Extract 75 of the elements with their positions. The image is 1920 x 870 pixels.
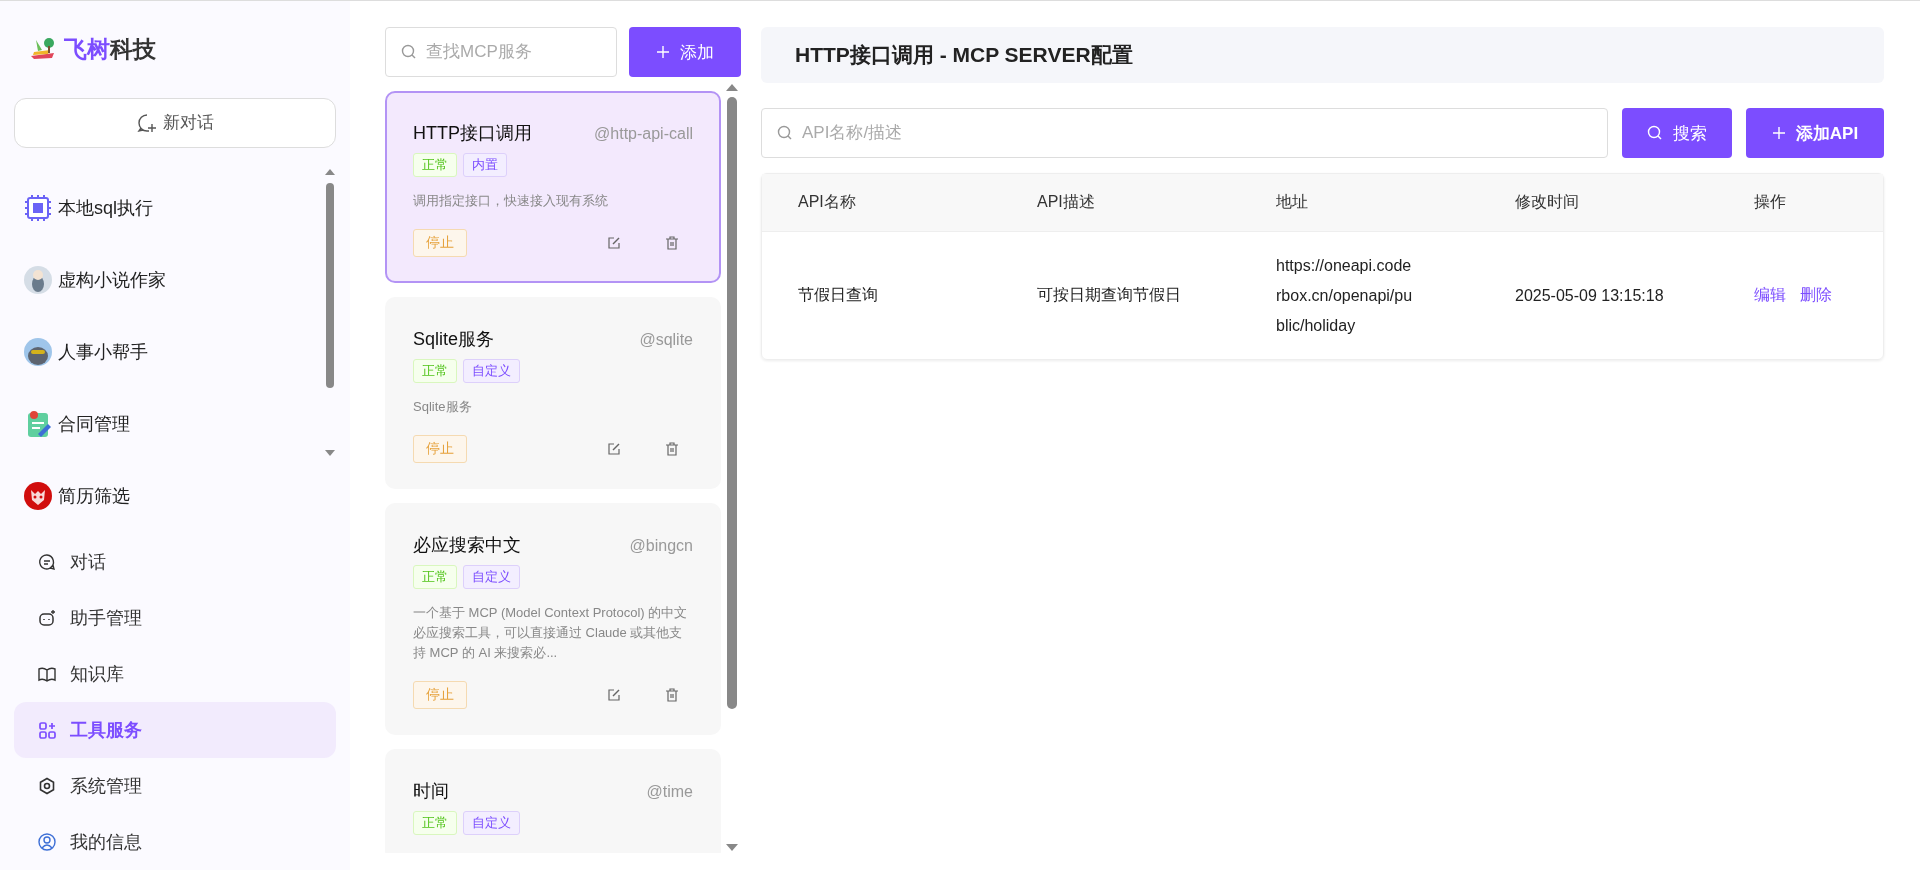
tag: 正常 — [413, 811, 457, 835]
service-name: HTTP接口调用 — [413, 122, 532, 145]
new-chat-button[interactable]: 新对话 — [14, 97, 336, 148]
service-card[interactable]: 时间 @time 正常 自定义 — [385, 749, 721, 853]
add-api-button[interactable]: 添加API — [1746, 108, 1884, 158]
service-description: Sqlite服务 — [413, 398, 473, 416]
menu-item[interactable]: 工具服务 — [14, 702, 336, 758]
service-handle: @bingcn — [629, 537, 693, 555]
edit-icon[interactable] — [607, 236, 621, 250]
service-description: 一个基于 MCP (Model Context Protocol) 的中文必应搜索工具，可以直接通过 Claude 或其他支持 MCP 的 AI 来搜索必... — [413, 604, 689, 662]
column-header: API描述 — [1037, 192, 1096, 212]
column-header: 操作 — [1754, 192, 1787, 212]
column-header: 地址 — [1276, 192, 1309, 212]
avatar-icon — [24, 266, 52, 294]
menu-item[interactable]: 系统管理 — [14, 758, 336, 814]
search-icon — [401, 44, 417, 60]
tag: 正常 — [413, 153, 457, 177]
assistant-item[interactable]: 简历筛选 — [14, 460, 324, 532]
column-header: 修改时间 — [1515, 192, 1580, 212]
edit-icon[interactable] — [607, 442, 621, 456]
plus-icon — [656, 45, 670, 59]
tag: 内置 — [463, 153, 507, 177]
trash-icon[interactable] — [665, 442, 679, 456]
menu-item[interactable]: 助手管理 — [14, 590, 336, 646]
service-name: 必应搜索中文 — [413, 534, 521, 557]
menu-item[interactable]: 知识库 — [14, 646, 336, 702]
assistant-item[interactable]: 人事小帮手 — [14, 316, 324, 388]
tag: 自定义 — [463, 811, 520, 835]
page-title: HTTP接口调用 - MCP SERVER配置 — [795, 42, 1133, 68]
plus-icon — [1771, 126, 1786, 140]
trash-icon[interactable] — [665, 688, 679, 702]
book-icon — [38, 665, 56, 683]
search-button[interactable]: 搜索 — [1622, 108, 1732, 158]
action-link[interactable]: 编辑 — [1754, 285, 1786, 306]
service-name: Sqlite服务 — [413, 328, 495, 351]
tag: 正常 — [413, 359, 457, 383]
avatar-icon — [24, 482, 52, 510]
settings-icon — [38, 777, 56, 795]
edit-icon[interactable] — [607, 688, 621, 702]
assistant-item[interactable]: 合同管理 — [14, 388, 324, 460]
tag: 自定义 — [463, 565, 520, 589]
search-icon — [1647, 125, 1663, 141]
assistant-item[interactable]: 本地sql执行 — [14, 172, 324, 244]
apps-icon — [38, 721, 56, 739]
robot-icon — [38, 609, 56, 627]
table-cell-text: 2025-05-09 13:15:18 — [1515, 286, 1665, 305]
column-header: API名称 — [798, 192, 857, 212]
service-card[interactable]: HTTP接口调用 @http-api-call 正常 内置 调用指定接口，快速接入现有系统 停止 — [385, 91, 721, 283]
chat-plus-icon — [136, 112, 157, 133]
table-cell-text: 可按日期查询节假日 — [1037, 285, 1182, 305]
menu-item[interactable]: 我的信息 — [14, 814, 336, 870]
add-button[interactable]: 添加 — [629, 27, 741, 77]
service-card[interactable]: Sqlite服务 @sqlite 正常 自定义 Sqlite服务 停止 — [385, 297, 721, 489]
tag: 正常 — [413, 565, 457, 589]
action-link[interactable]: 删除 — [1800, 285, 1832, 306]
service-handle: @sqlite — [639, 331, 693, 349]
search-field[interactable]: 查找MCP服务 — [385, 27, 617, 77]
table-cell-text: 节假日查询 — [798, 285, 879, 305]
service-name: 时间 — [413, 780, 449, 803]
menu-item[interactable]: 对话 — [14, 534, 336, 590]
assistant-item[interactable]: 虚构小说作家 — [14, 244, 324, 316]
chip-icon — [24, 194, 52, 222]
service-card[interactable]: 必应搜索中文 @bingcn 正常 自定义 一个基于 MCP (Model Context Protocol) 的中文必应搜索工具，可以直接通过 Claude 或其他支持 MCP 的 AI 来搜索必... 停止 — [385, 503, 721, 735]
brand-name: 飞树科技 — [64, 34, 156, 64]
service-handle: @http-api-call — [594, 125, 693, 143]
user-icon — [38, 833, 56, 851]
avatar-icon — [24, 338, 52, 366]
service-description: 调用指定接口，快速接入现有系统 — [413, 192, 609, 210]
trash-icon[interactable] — [665, 236, 679, 250]
tag: 自定义 — [463, 359, 520, 383]
table-cell-text: https://oneapi.coderbox.cn/openapi/public/holiday — [1276, 255, 1414, 336]
chat-icon — [38, 553, 56, 571]
search-field[interactable]: API名称/描述 — [761, 108, 1608, 158]
search-icon — [777, 125, 793, 141]
service-handle: @time — [646, 783, 693, 801]
